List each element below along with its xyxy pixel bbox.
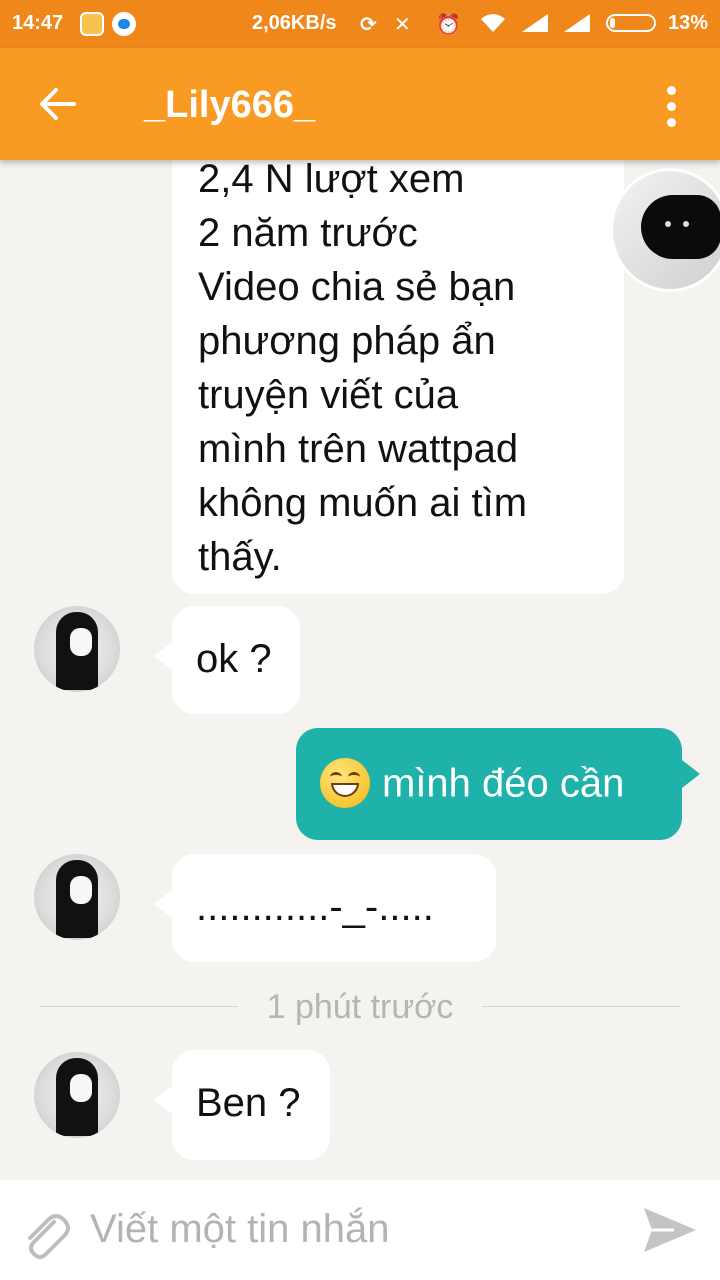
emoji-eye	[330, 772, 342, 782]
status-bar: 14:47 2,06KB/s ⟳ ✕ ⏰ 13%	[0, 0, 720, 48]
message-text: ............-_-.....	[196, 885, 434, 929]
message-line: mình trên wattpad	[198, 427, 519, 471]
message-line: thấy.	[198, 535, 282, 579]
conversation-title: _Lily666_	[144, 84, 316, 126]
message-bubble-shared-video[interactable]: 2,4 N lượt xem 2 năm trước Video chia sẻ…	[172, 160, 624, 594]
battery-level-fill	[610, 18, 615, 28]
message-composer	[0, 1180, 720, 1280]
message-text: mình đéo cần	[382, 761, 625, 806]
contact-avatar[interactable]	[34, 606, 120, 692]
alarm-icon: ⏰	[436, 14, 461, 36]
message-line: phương pháp ẩn	[198, 319, 496, 363]
message-list[interactable]: 2,4 N lượt xem 2 năm trước Video chia sẻ…	[0, 160, 720, 1180]
battery-percent: 13%	[668, 12, 709, 34]
emoji-mouth	[331, 783, 359, 798]
avatar-face	[70, 628, 92, 656]
app-bar: _Lily666_	[0, 48, 720, 160]
message-bubble-outgoing[interactable]: mình đéo cần	[296, 728, 700, 840]
message-line: truyện viết của	[198, 373, 459, 417]
message-line: Video chia sẻ bạn	[198, 265, 516, 309]
message-bubble-incoming[interactable]: Ben ?	[154, 1050, 330, 1160]
contact-avatar[interactable]	[34, 1052, 120, 1138]
black-cat-image	[641, 195, 720, 259]
paperclip-icon	[28, 1214, 70, 1259]
battery-icon	[606, 14, 656, 32]
send-button[interactable]	[640, 1202, 700, 1258]
more-vert-dot	[667, 102, 676, 111]
notification-app-icon	[80, 12, 104, 36]
messenger-icon	[112, 12, 136, 36]
contact-avatar[interactable]	[34, 854, 120, 940]
sync-icon: ⟳	[360, 14, 377, 36]
cat-eye	[665, 221, 671, 227]
message-bubble-incoming[interactable]: ok ?	[154, 606, 300, 714]
signal-icon-1	[520, 12, 550, 40]
attach-button[interactable]	[16, 1206, 72, 1262]
emoji-eye	[348, 772, 360, 782]
my-avatar[interactable]	[610, 168, 720, 292]
arrow-left-icon	[40, 88, 76, 120]
message-text: ok ?	[196, 637, 272, 681]
back-button[interactable]	[30, 76, 86, 132]
message-line: 2,4 N lượt xem	[198, 160, 465, 201]
message-line: không muốn ai tìm	[198, 481, 528, 525]
timestamp-label: 1 phút trước	[266, 988, 454, 1026]
more-vert-icon	[667, 86, 676, 95]
network-speed: 2,06KB/s	[252, 12, 337, 34]
avatar-face	[70, 876, 92, 904]
grinning-face-emoji	[320, 758, 370, 809]
avatar-face	[70, 1074, 92, 1102]
status-time: 14:47	[12, 12, 64, 34]
message-bubble-incoming[interactable]: ............-_-.....	[154, 854, 496, 962]
timestamp-divider: 1 phút trước	[40, 988, 680, 1040]
more-vert-dot	[667, 118, 676, 127]
more-options-button[interactable]	[648, 78, 696, 134]
message-text: Ben ?	[196, 1081, 301, 1125]
send-icon	[644, 1208, 696, 1252]
signal-icon-2	[562, 12, 592, 40]
message-input[interactable]	[88, 1198, 622, 1260]
message-line: 2 năm trước	[198, 211, 418, 255]
wifi-icon	[478, 12, 508, 40]
vibrate-off-icon: ✕	[394, 14, 411, 36]
cat-eye	[683, 221, 689, 227]
